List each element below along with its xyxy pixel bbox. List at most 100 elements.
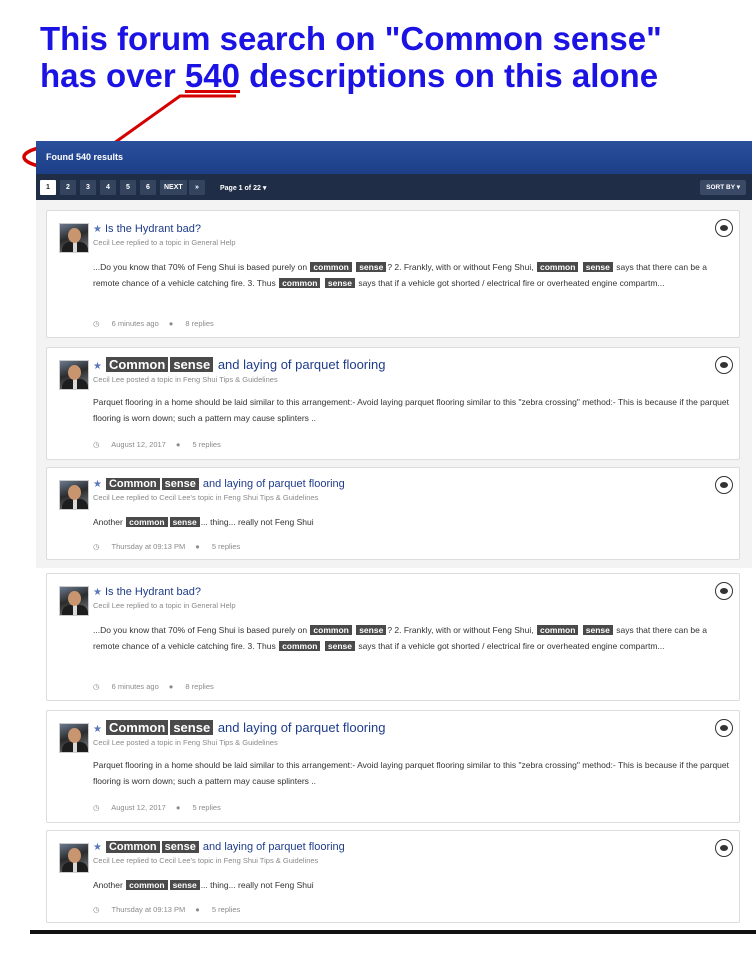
result-replies: 8 replies <box>185 319 214 328</box>
sort-by-label: SORT BY <box>706 184 735 191</box>
result-meta: Cecil Lee replied to a topic in General … <box>93 238 236 247</box>
avatar[interactable] <box>59 723 89 753</box>
avatar[interactable] <box>59 586 89 616</box>
snippet-highlight: sense <box>324 641 355 651</box>
result-snippet: ...Do you know that 70% of Feng Shui is … <box>93 625 707 651</box>
sort-by-button[interactable]: SORT BY ▾ <box>700 180 746 195</box>
result-time: August 12, 2017 <box>111 440 166 449</box>
search-result-card[interactable]: ★ Common sense and laying of parquet floor… <box>46 347 740 460</box>
result-snippet: ...Do you know that 70% of Feng Shui is … <box>93 262 707 288</box>
arrow-line <box>109 94 236 148</box>
snippet-text: ... thing... really not Feng Shui <box>200 517 314 527</box>
comment-bubble-icon <box>715 582 733 600</box>
title-highlight: Common <box>105 357 169 372</box>
result-snippet: Another common sense... thing... really n… <box>93 877 733 893</box>
title-highlight: Common <box>105 841 160 853</box>
result-stats: ◷ August 12, 2017 ● 5 replies <box>93 440 231 449</box>
result-title-text[interactable]: and laying of parquet flooring <box>218 720 386 735</box>
snippet-highlight: sense <box>324 278 355 288</box>
result-stats: ◷ 6 minutes ago ● 8 replies <box>93 319 224 328</box>
next-page-button[interactable]: NEXT <box>160 180 187 195</box>
result-meta: Cecil Lee replied to Cecil Lee's topic i… <box>93 856 319 865</box>
results-header: Found 540 results <box>36 141 752 174</box>
star-icon: ★ <box>93 587 102 598</box>
snippet-highlight: sense <box>169 880 200 890</box>
result-title[interactable]: ★ Is the Hydrant bad? <box>93 223 201 235</box>
star-icon: ★ <box>93 479 102 490</box>
page-2-button[interactable]: 2 <box>60 180 76 195</box>
page-4-button[interactable]: 4 <box>100 180 116 195</box>
comment-icon: ● <box>168 682 174 691</box>
snippet-highlight: common <box>279 278 321 288</box>
result-title[interactable]: ★ Common sense and laying of parquet floor… <box>93 841 345 853</box>
avatar[interactable] <box>59 360 89 390</box>
snippet-highlight: common <box>310 262 352 272</box>
pagination-bar: 1 2 3 4 5 6 NEXT » Page 1 of 22 ▾ SORT B… <box>36 174 752 200</box>
title-highlight: sense <box>161 478 199 490</box>
result-meta: Cecil Lee replied to Cecil Lee's topic i… <box>93 493 319 502</box>
search-result-card[interactable]: ★ Is the Hydrant bad? Cecil Lee replied t… <box>46 210 740 338</box>
result-snippet: Parquet flooring in a home should be lai… <box>93 397 729 423</box>
title-highlight: sense <box>161 841 199 853</box>
result-replies: 5 replies <box>192 803 221 812</box>
annotation-line-2-post: descriptions on this alone <box>239 57 659 94</box>
star-icon: ★ <box>93 224 102 235</box>
annotation-line-2: has over 540 descriptions on this alone <box>40 57 720 94</box>
snippet-highlight: common <box>536 625 579 635</box>
clock-icon: ◷ <box>93 803 100 812</box>
snippet-highlight: common <box>536 262 579 272</box>
result-title-text[interactable]: Is the Hydrant bad? <box>105 223 201 235</box>
snippet-highlight: sense <box>582 262 613 272</box>
snippet-highlight: common <box>126 517 168 527</box>
page-1-button[interactable]: 1 <box>40 180 56 195</box>
comment-bubble-icon <box>715 356 733 374</box>
page-6-button[interactable]: 6 <box>140 180 156 195</box>
page-3-button[interactable]: 3 <box>80 180 96 195</box>
clock-icon: ◷ <box>93 440 100 449</box>
comment-bubble-icon <box>715 219 733 237</box>
result-replies: 8 replies <box>185 682 214 691</box>
result-title-text[interactable]: Is the Hydrant bad? <box>105 586 201 598</box>
snippet-highlight: common <box>279 641 321 651</box>
result-title[interactable]: ★ Is the Hydrant bad? <box>93 586 201 598</box>
search-result-card[interactable]: ★ Common sense and laying of parquet floor… <box>46 467 740 560</box>
result-title[interactable]: ★ Common sense and laying of parquet floor… <box>93 720 386 735</box>
star-icon: ★ <box>93 724 102 735</box>
result-stats: ◷ Thursday at 09:13 PM ● 5 replies <box>93 905 250 914</box>
search-result-card[interactable]: ★ Common sense and laying of parquet floor… <box>46 710 740 823</box>
snippet-highlight: sense <box>356 262 387 272</box>
chevron-down-icon: ▾ <box>262 185 267 192</box>
avatar[interactable] <box>59 223 89 253</box>
result-snippet: Parquet flooring in a home should be lai… <box>93 760 729 786</box>
result-replies: 5 replies <box>211 542 241 551</box>
snippet-text: ... thing... really not Feng Shui <box>200 880 314 890</box>
search-result-card[interactable]: ★ Is the Hydrant bad? Cecil Lee replied t… <box>46 573 740 701</box>
annotation-line-1: This forum search on "Common sense" <box>40 20 662 57</box>
snippet-highlight: sense <box>356 625 387 635</box>
page-of-dropdown[interactable]: Page 1 of 22 ▾ <box>220 184 266 192</box>
annotation-heading: This forum search on "Common sense" has … <box>40 20 720 94</box>
star-icon: ★ <box>93 361 102 372</box>
result-title-text[interactable]: and laying of parquet flooring <box>218 357 386 372</box>
last-page-button[interactable]: » <box>189 180 205 195</box>
result-title-text[interactable]: and laying of parquet flooring <box>203 478 345 490</box>
result-meta: Cecil Lee posted a topic in Feng Shui Ti… <box>93 738 278 747</box>
page-5-button[interactable]: 5 <box>120 180 136 195</box>
result-snippet: Another common sense... thing... really n… <box>93 514 733 530</box>
result-time: August 12, 2017 <box>111 803 166 812</box>
result-time: 6 minutes ago <box>111 682 159 691</box>
result-stats: ◷ Thursday at 09:13 PM ● 5 replies <box>93 542 250 551</box>
search-result-card[interactable]: ★ Common sense and laying of parquet floor… <box>46 830 740 923</box>
result-replies: 5 replies <box>211 905 241 914</box>
result-replies: 5 replies <box>192 440 221 449</box>
snippet-text: Another <box>93 880 123 890</box>
comment-icon: ● <box>175 803 181 812</box>
result-title[interactable]: ★ Common sense and laying of parquet floor… <box>93 357 386 372</box>
avatar[interactable] <box>59 843 89 873</box>
snippet-text: Another <box>93 517 123 527</box>
result-stats: ◷ 6 minutes ago ● 8 replies <box>93 682 224 691</box>
clock-icon: ◷ <box>93 319 100 328</box>
avatar[interactable] <box>59 480 89 510</box>
result-title[interactable]: ★ Common sense and laying of parquet floor… <box>93 478 345 490</box>
result-title-text[interactable]: and laying of parquet flooring <box>203 841 345 853</box>
